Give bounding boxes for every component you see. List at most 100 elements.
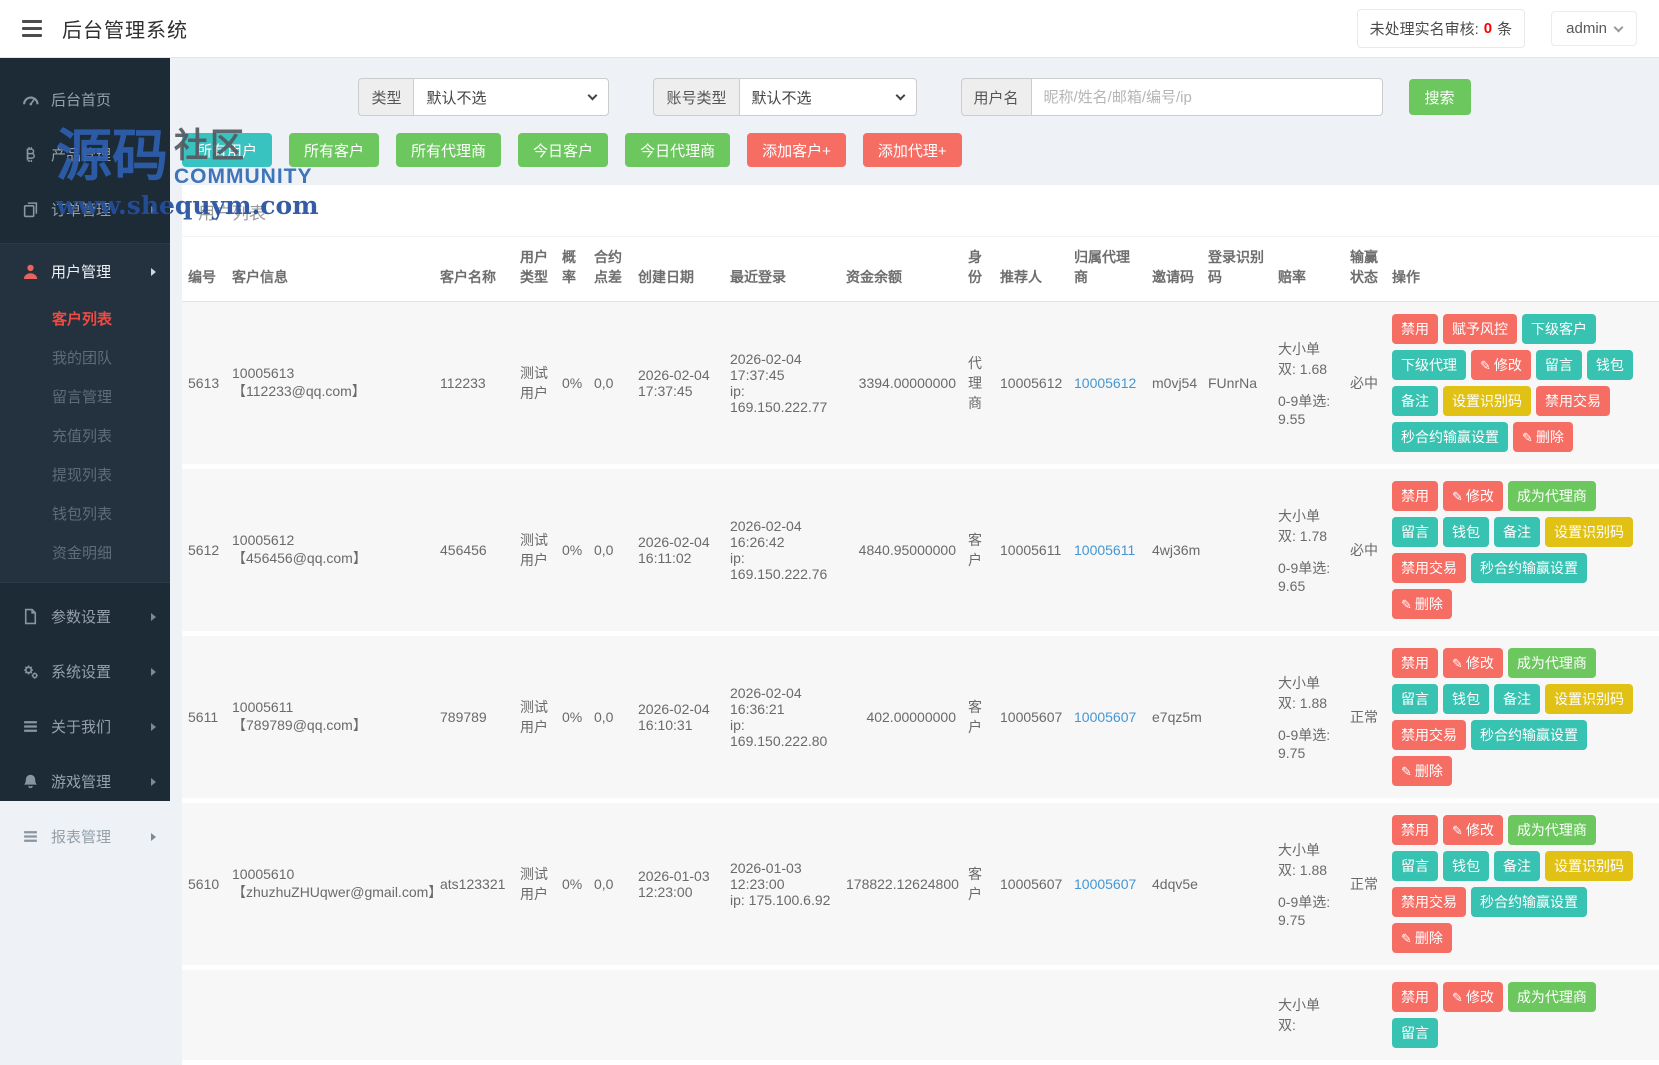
row-action-button[interactable]: 下级客户	[1522, 314, 1596, 344]
row-action-button[interactable]: 设置识别码	[1545, 851, 1633, 881]
row-action-button[interactable]: 禁用交易	[1536, 386, 1610, 416]
sidebar-item-orders[interactable]: 订单管理	[0, 182, 170, 237]
row-action-button[interactable]: 赋予风控	[1443, 314, 1517, 344]
row-action-button[interactable]: 备注	[1494, 684, 1540, 714]
row-action-button[interactable]: 留言	[1536, 350, 1582, 380]
row-action-button[interactable]: 设置识别码	[1545, 517, 1633, 547]
cell-customer-info: 10005610【zhuzhuZHUqwer@gmail.com】	[226, 801, 434, 968]
row-action-button[interactable]: 秒合约输赢设置	[1392, 422, 1508, 452]
add-agent-button[interactable]: 添加代理+	[863, 133, 962, 167]
cell-id: 5613	[182, 302, 226, 467]
column-header: 输赢状态	[1344, 237, 1386, 302]
row-action-button[interactable]: 设置识别码	[1545, 684, 1633, 714]
agent-link[interactable]: 10005607	[1074, 709, 1136, 725]
username-filter-label: 用户名	[961, 78, 1031, 116]
row-action-button[interactable]: 禁用	[1392, 481, 1438, 511]
agent-link[interactable]: 10005607	[1074, 876, 1136, 892]
row-action-button[interactable]: 禁用	[1392, 982, 1438, 1012]
cell-login-code	[1202, 801, 1272, 968]
column-header: 用户类型	[514, 237, 556, 302]
row-action-button[interactable]: 秒合约输赢设置	[1471, 887, 1587, 917]
all-users-button[interactable]: 所有用户	[182, 133, 272, 167]
sidebar-subitem[interactable]: 提现列表	[0, 455, 170, 494]
row-action-button[interactable]: 下级代理	[1392, 350, 1466, 380]
sidebar-item-users[interactable]: 用户管理	[0, 244, 170, 299]
row-action-button[interactable]: 成为代理商	[1508, 815, 1596, 845]
row-action-button[interactable]: 禁用交易	[1392, 553, 1466, 583]
row-action-button[interactable]: 禁用交易	[1392, 887, 1466, 917]
agent-link[interactable]: 10005611	[1074, 542, 1135, 558]
sidebar-subitem[interactable]: 我的团队	[0, 338, 170, 377]
row-action-button[interactable]: 成为代理商	[1508, 982, 1596, 1012]
cell-user-type: 测试用户	[514, 467, 556, 634]
type-filter-select[interactable]: 默认不选	[413, 78, 609, 116]
row-action-button[interactable]: 成为代理商	[1508, 481, 1596, 511]
row-action-button[interactable]: 禁用交易	[1392, 720, 1466, 750]
row-action-button[interactable]: ✎删除	[1392, 923, 1452, 953]
account-type-filter-select[interactable]: 默认不选	[739, 78, 917, 116]
row-action-button[interactable]: 钱包	[1587, 350, 1633, 380]
hamburger-menu-icon[interactable]	[18, 16, 46, 41]
agent-link[interactable]: 10005612	[1074, 375, 1136, 391]
cell-user-type: 测试用户	[514, 801, 556, 968]
row-action-button[interactable]: ✎修改	[1443, 815, 1503, 845]
sidebar-item-params[interactable]: 参数设置	[0, 589, 170, 644]
sidebar-subitem[interactable]: 钱包列表	[0, 494, 170, 533]
row-action-button[interactable]: ✎删除	[1392, 756, 1452, 786]
sidebar-item-products[interactable]: 产品管理	[0, 127, 170, 182]
cell-invite-code: 4wj36m	[1146, 467, 1202, 634]
row-action-button[interactable]: ✎修改	[1443, 481, 1503, 511]
cell-probability: 0%	[556, 467, 588, 634]
row-action-button[interactable]: 秒合约输赢设置	[1471, 720, 1587, 750]
row-action-button[interactable]: 禁用	[1392, 314, 1438, 344]
today-customers-button[interactable]: 今日客户	[518, 133, 608, 167]
row-action-button[interactable]: ✎删除	[1513, 422, 1573, 452]
row-action-button[interactable]: 秒合约输赢设置	[1471, 553, 1587, 583]
bell-icon	[22, 773, 39, 790]
username-search-input[interactable]	[1031, 78, 1383, 116]
sidebar-subitem[interactable]: 留言管理	[0, 377, 170, 416]
row-action-button[interactable]: 禁用	[1392, 648, 1438, 678]
row-action-button[interactable]: 钱包	[1443, 517, 1489, 547]
row-action-button[interactable]: 设置识别码	[1443, 386, 1531, 416]
row-action-button[interactable]: ✎修改	[1443, 648, 1503, 678]
row-action-button[interactable]: 禁用	[1392, 815, 1438, 845]
row-action-button[interactable]: 钱包	[1443, 851, 1489, 881]
row-action-button[interactable]: 成为代理商	[1508, 648, 1596, 678]
row-action-button[interactable]: ✎修改	[1471, 350, 1531, 380]
row-action-button[interactable]: 留言	[1392, 851, 1438, 881]
row-action-button[interactable]: 留言	[1392, 517, 1438, 547]
today-agents-button[interactable]: 今日代理商	[625, 133, 730, 167]
sidebar-item-about[interactable]: 关于我们	[0, 699, 170, 754]
row-action-button[interactable]: ✎修改	[1443, 982, 1503, 1012]
cell-actions: 禁用✎修改成为代理商留言	[1386, 968, 1659, 1063]
sidebar-subitem[interactable]: 客户列表	[0, 299, 170, 338]
row-action-button[interactable]: 备注	[1494, 851, 1540, 881]
sidebar-subitem[interactable]: 充值列表	[0, 416, 170, 455]
cell-customer-name	[434, 968, 514, 1063]
search-button[interactable]: 搜索	[1409, 79, 1471, 115]
cell-agent: 10005611	[1068, 467, 1146, 634]
pencil-icon: ✎	[1480, 358, 1491, 373]
sidebar-subitem[interactable]: 资金明细	[0, 533, 170, 572]
cell-referrer: 10005611	[994, 467, 1068, 634]
add-customer-button[interactable]: 添加客户+	[747, 133, 846, 167]
sidebar-item-system[interactable]: 系统设置	[0, 644, 170, 699]
admin-dropdown[interactable]: admin	[1551, 11, 1637, 46]
row-action-button[interactable]: 留言	[1392, 684, 1438, 714]
row-action-button[interactable]: ✎删除	[1392, 589, 1452, 619]
cell-invite-code: 4dqv5e	[1146, 801, 1202, 968]
row-action-button[interactable]: 钱包	[1443, 684, 1489, 714]
sidebar-item-dashboard[interactable]: 后台首页	[0, 72, 170, 127]
table-body: 561310005613【112233@qq.com】112233测试用户0%0…	[182, 302, 1659, 1063]
row-action-button[interactable]: 备注	[1392, 386, 1438, 416]
row-action-button[interactable]: 备注	[1494, 517, 1540, 547]
cell-user-type	[514, 968, 556, 1063]
cell-id: 5612	[182, 467, 226, 634]
cell-id: 5610	[182, 801, 226, 968]
row-action-button[interactable]: 留言	[1392, 1018, 1438, 1048]
pencil-icon: ✎	[1452, 823, 1463, 838]
all-agents-button[interactable]: 所有代理商	[396, 133, 501, 167]
cell-contract-spread	[588, 968, 632, 1063]
all-customers-button[interactable]: 所有客户	[289, 133, 379, 167]
